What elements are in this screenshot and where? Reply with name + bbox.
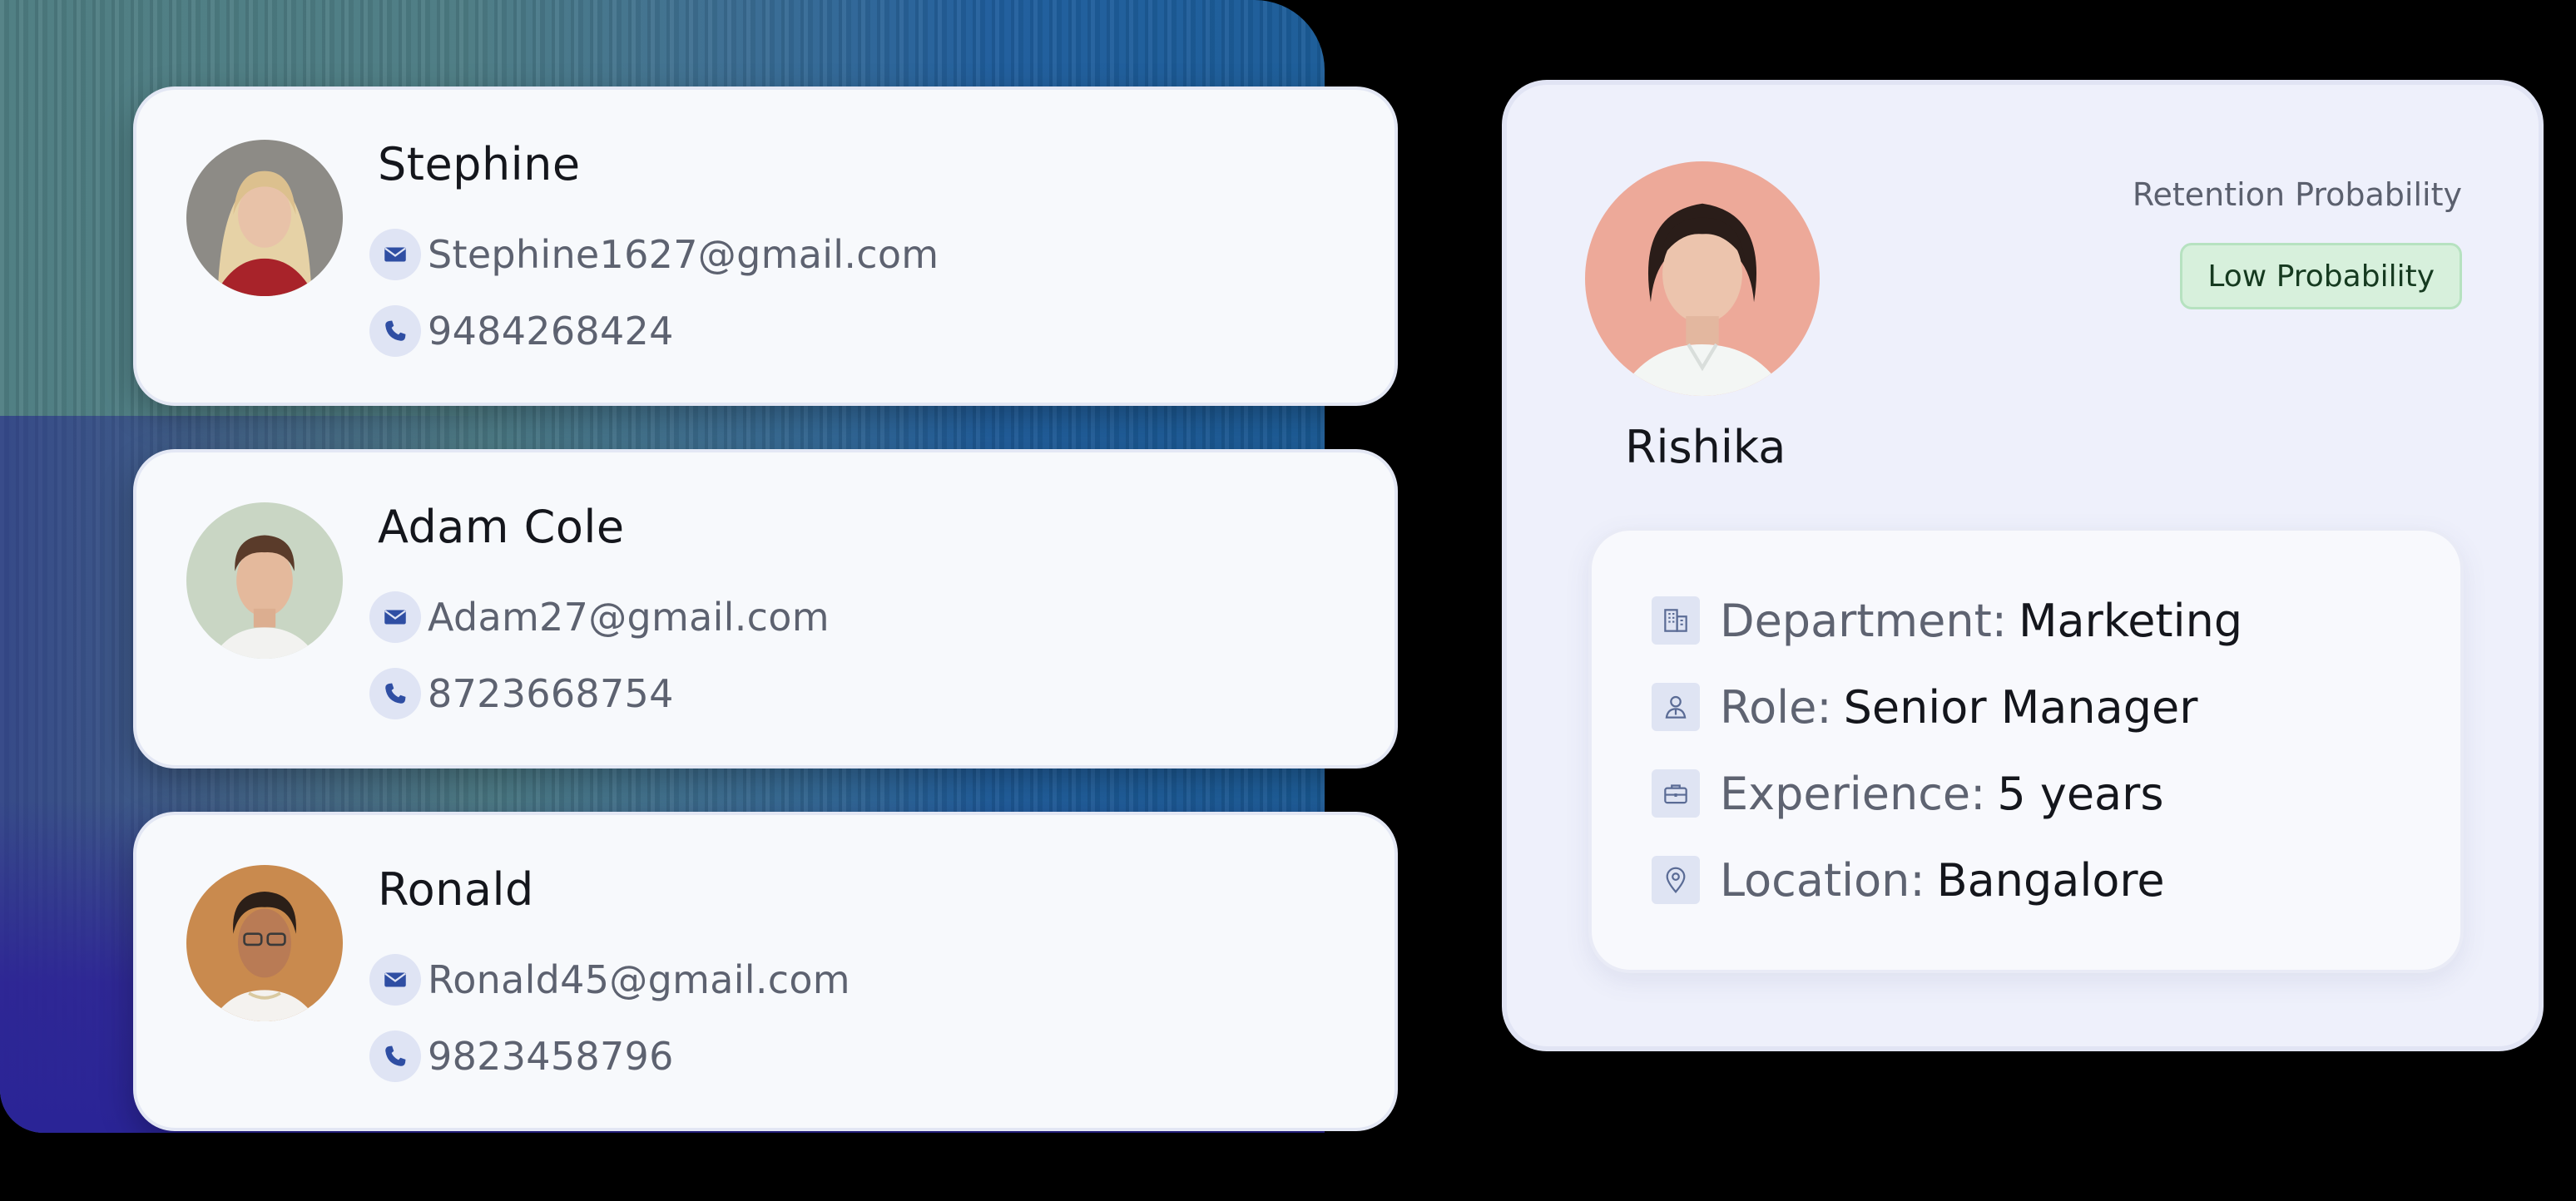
profile-name: Rishika: [1625, 421, 1786, 473]
phone-icon: [369, 305, 421, 357]
detail-role: Role: Senior Manager: [1652, 674, 2197, 740]
detail-value: Senior Manager: [1843, 680, 2198, 734]
avatar-image: [186, 502, 343, 659]
avatar-image: [1585, 161, 1820, 396]
email-row[interactable]: Adam27@gmail.com: [369, 591, 830, 644]
detail-value: Marketing: [2018, 594, 2243, 647]
retention-badge: Low Probability: [2180, 243, 2462, 309]
detail-label: Role:: [1720, 680, 1832, 734]
contact-phone: 9484268424: [428, 309, 674, 353]
phone-row[interactable]: 9484268424: [369, 304, 674, 358]
avatar: [186, 140, 343, 296]
contact-phone: 8723668754: [428, 671, 674, 716]
retention-label: Retention Probability: [2132, 176, 2462, 213]
avatar-image: [186, 140, 343, 296]
contact-card[interactable]: Ronald Ronald45@gmail.com 9823458796: [133, 812, 1398, 1131]
detail-label: Department:: [1720, 594, 2007, 647]
detail-label: Experience:: [1720, 767, 1986, 820]
contact-email: Ronald45@gmail.com: [428, 957, 850, 1002]
mail-icon: [369, 591, 421, 643]
profile-avatar: [1585, 161, 1820, 396]
detail-location: Location: Bangalore: [1652, 847, 2165, 913]
page: Stephine Stephine1627@gmail.com 94842684…: [0, 0, 2576, 1201]
contact-name: Stephine: [378, 138, 581, 190]
detail-value: Bangalore: [1936, 853, 2165, 907]
phone-row[interactable]: 8723668754: [369, 667, 674, 720]
contact-name: Ronald: [378, 863, 534, 916]
contact-email: Stephine1627@gmail.com: [428, 232, 939, 277]
email-row[interactable]: Ronald45@gmail.com: [369, 953, 850, 1006]
contact-card[interactable]: Adam Cole Adam27@gmail.com 8723668754: [133, 449, 1398, 769]
email-row[interactable]: Stephine1627@gmail.com: [369, 228, 939, 281]
mail-icon: [369, 229, 421, 280]
mail-icon: [369, 954, 421, 1006]
phone-icon: [369, 668, 421, 719]
employee-details: Department: Marketing Role: Senior Manag…: [1588, 527, 2464, 973]
building-icon: [1652, 596, 1700, 645]
contact-name: Adam Cole: [378, 501, 625, 553]
briefcase-icon: [1652, 769, 1700, 818]
detail-label: Location:: [1720, 853, 1925, 907]
detail-department: Department: Marketing: [1652, 587, 2242, 654]
avatar: [186, 502, 343, 659]
avatar-image: [186, 865, 343, 1021]
employee-profile-card[interactable]: Rishika Retention Probability Low Probab…: [1502, 80, 2544, 1051]
contact-card[interactable]: Stephine Stephine1627@gmail.com 94842684…: [133, 86, 1398, 406]
phone-row[interactable]: 9823458796: [369, 1030, 674, 1083]
contact-email: Adam27@gmail.com: [428, 595, 830, 640]
location-pin-icon: [1652, 856, 1700, 904]
avatar: [186, 865, 343, 1021]
detail-experience: Experience: 5 years: [1652, 760, 2163, 827]
contact-phone: 9823458796: [428, 1034, 674, 1079]
phone-icon: [369, 1030, 421, 1082]
detail-value: 5 years: [1997, 767, 2164, 820]
user-role-icon: [1652, 683, 1700, 731]
